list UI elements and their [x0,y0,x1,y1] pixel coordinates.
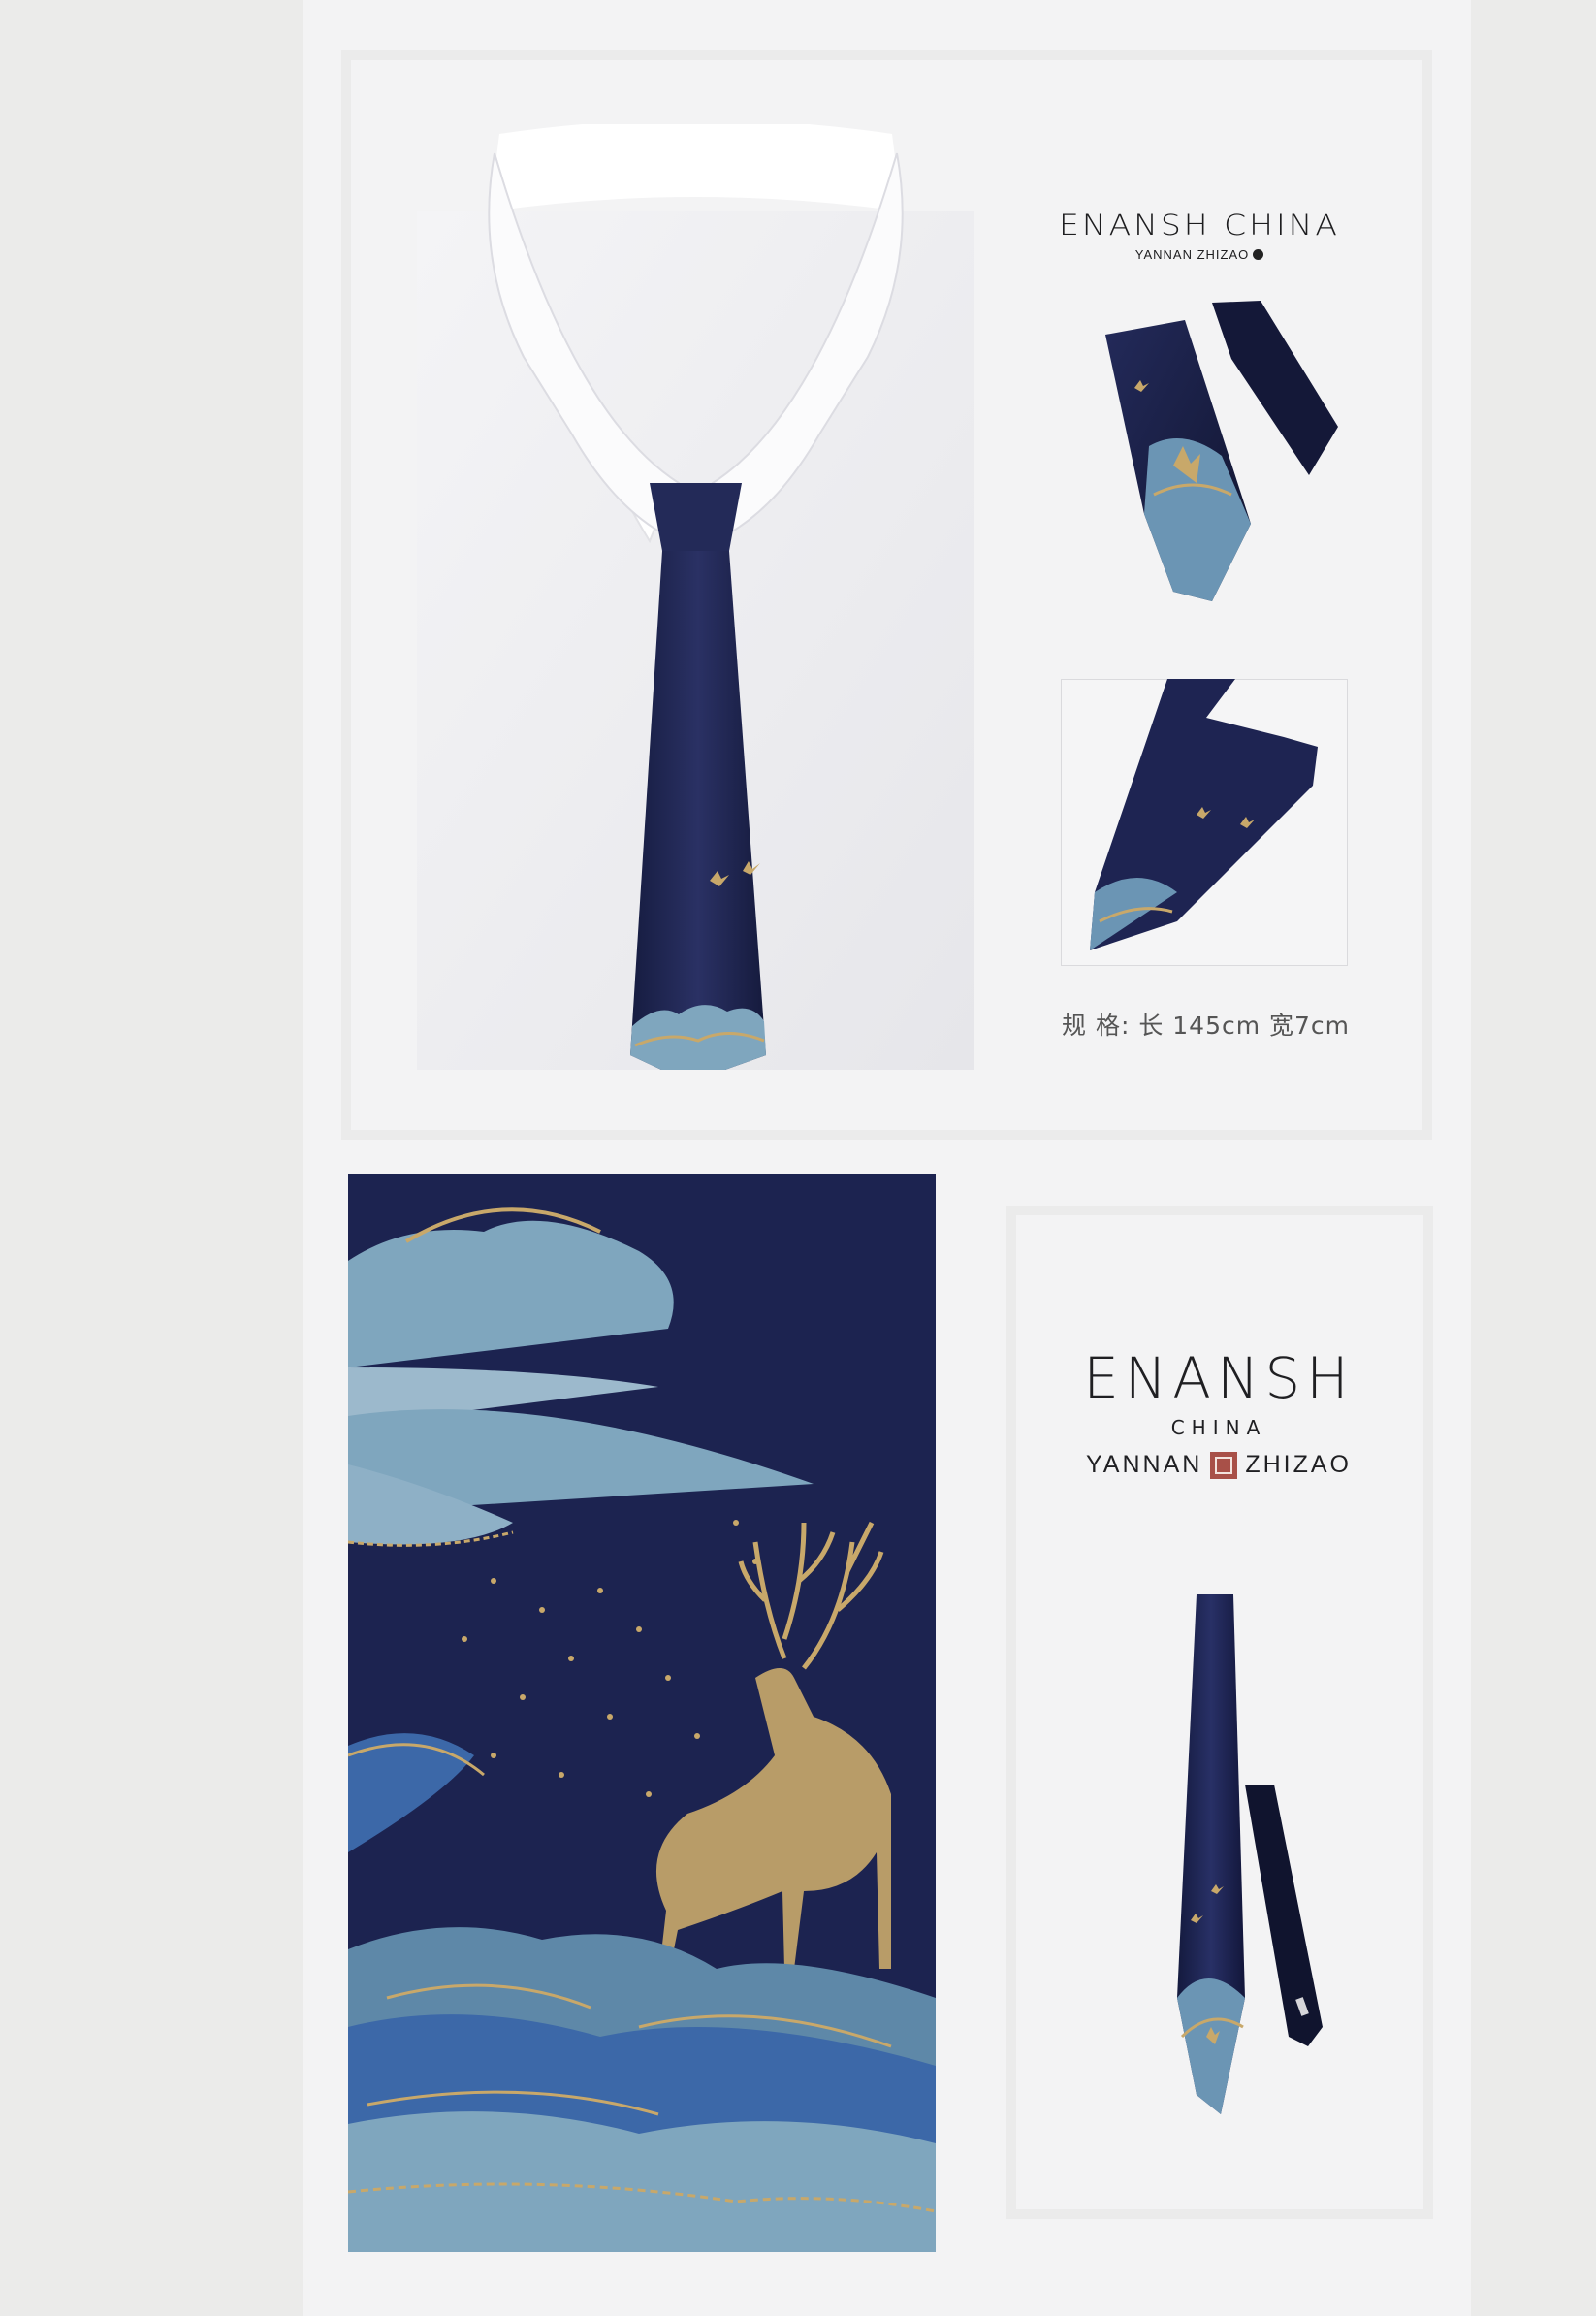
bottom-brand-right: ZHIZAO [1245,1451,1352,1478]
bottom-brand-line2: CHINA [1170,1416,1267,1439]
top-brand-logo: ENANSH CHINA YANNAN ZHIZAO [1054,206,1345,262]
fabric-deer-closeup-image [348,1174,936,2252]
bottom-brand-left: YANNAN [1085,1451,1203,1478]
info-dot-icon [1253,249,1264,260]
tie-detail-thumbnail [1061,679,1348,966]
top-brand-name: ENANSH CHINA [1059,207,1340,242]
shirt-with-tie-image [417,124,974,1070]
size-spec: 规 格: 长 145cm 宽7cm [1062,1012,1351,1040]
hanging-tie-image [1177,1594,1323,2114]
bottom-brand-line1: ENANSH [1083,1345,1355,1411]
bottom-brand-logo: ENANSH CHINA YANNAN ZHIZAO [1039,1350,1398,1479]
red-seal-icon [1210,1451,1238,1479]
folded-tie-image [1105,301,1338,601]
product-page: ENANSH CHINA YANNAN ZHIZAO 规 格: 长 145cm … [303,0,1471,2316]
top-brand-sub: YANNAN ZHIZAO [1134,247,1250,262]
